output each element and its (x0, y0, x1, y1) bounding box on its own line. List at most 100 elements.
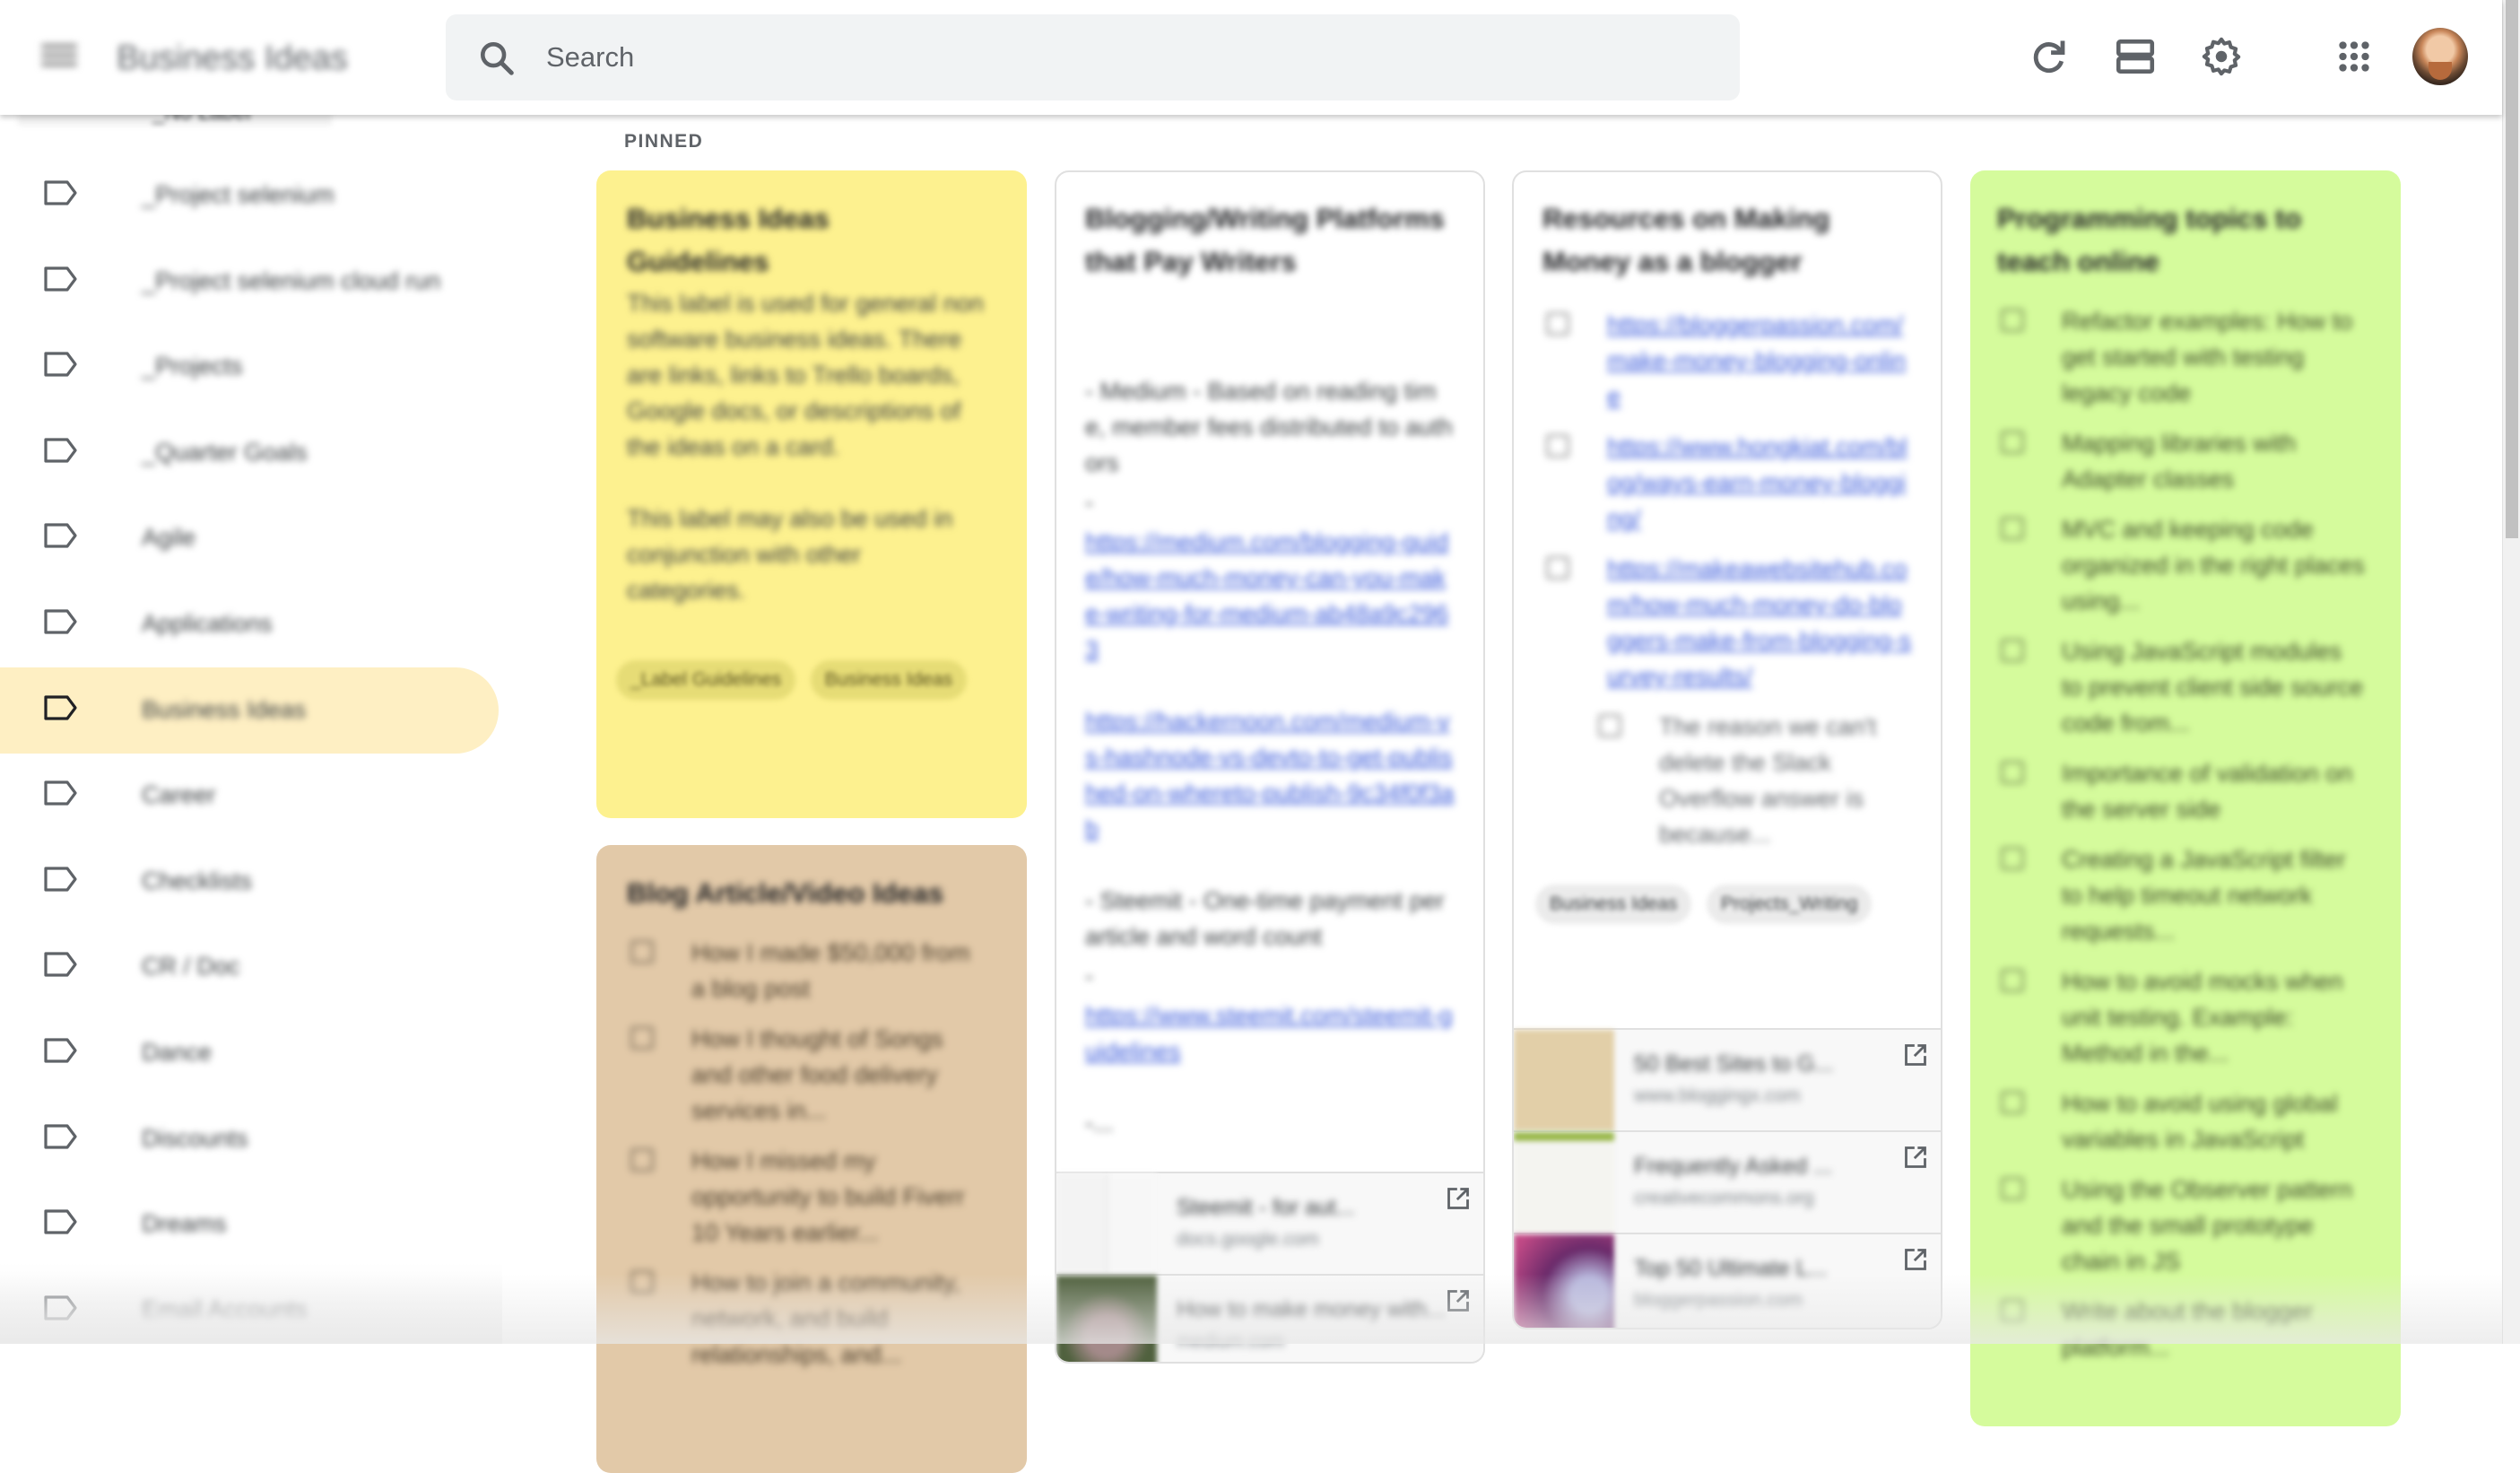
link-preview-thumbnail (1514, 1132, 1614, 1233)
link-preview[interactable]: Top 50 Ultimate L... bloggerpassion.com (1514, 1233, 1941, 1328)
label-icon (44, 1038, 77, 1063)
checklist-item[interactable]: How I made $50,000 from a blog post (627, 935, 986, 1007)
note-link[interactable]: https://hackernoon.com/medium-vs-hashnod… (1085, 703, 1455, 847)
sidebar-item-label-10[interactable]: Dance (0, 1010, 499, 1096)
settings-icon[interactable] (2199, 34, 2244, 79)
sidebar-item-label-6[interactable]: Business Ideas (0, 667, 499, 754)
link-preview-thumbnail (1514, 1030, 1614, 1130)
vertical-scrollbar[interactable] (2502, 0, 2520, 1344)
checklist-item-text: How to avoid mocks when unit testing. Ex… (2062, 968, 2343, 1067)
checklist-item-text: How I missed my opportunity to build Fiv… (691, 1147, 965, 1246)
checkbox[interactable] (2001, 1091, 2024, 1114)
note-link[interactable]: https://makeawebsitehub.com/how-much-mon… (1607, 555, 1911, 690)
note-card[interactable]: Blogging/Writing Platforms that Pay Writ… (1055, 170, 1485, 1364)
open-in-new-icon[interactable] (1903, 1145, 1928, 1170)
search-bar[interactable] (446, 14, 1740, 100)
label-chip[interactable]: Projects_Writing (1706, 885, 1873, 924)
note-link[interactable]: https://medium.com/blogging-guide/how-mu… (1085, 524, 1455, 667)
open-in-new-icon[interactable] (1903, 1042, 1928, 1068)
refresh-icon[interactable] (2027, 34, 2072, 79)
checklist-item[interactable]: https://bloggerpassion.com/make-money-bl… (1542, 307, 1912, 414)
search-input[interactable] (546, 14, 1694, 100)
search-icon[interactable] (476, 38, 517, 79)
label-chip[interactable]: Business Ideas (1535, 885, 1692, 924)
open-in-new-icon[interactable] (1446, 1186, 1471, 1211)
checkbox[interactable] (2001, 517, 2024, 540)
checkbox[interactable] (630, 940, 654, 963)
note-link[interactable]: https://bloggerpassion.com/make-money-bl… (1607, 311, 1906, 410)
checkbox[interactable] (2001, 969, 2024, 992)
checklist-item[interactable]: Mapping libraries with Adapter classes (1997, 425, 2365, 497)
note-link[interactable]: https://www.steemit.com/steemit-guidelin… (1085, 998, 1455, 1069)
link-preview[interactable]: 50 Best Sites to G... www.bloggingx.com (1514, 1028, 1941, 1130)
checklist-item-text: MVC and keeping code organized in the ri… (2062, 516, 2365, 614)
checklist-item[interactable]: Write about the blogger platform... (1997, 1294, 2365, 1365)
checklist-item[interactable]: Refactor examples: How to get started wi… (1997, 303, 2365, 411)
sidebar-item-label-9[interactable]: CR / Doc (0, 924, 499, 1010)
checkbox[interactable] (2001, 639, 2024, 662)
checkbox[interactable] (2001, 1299, 2024, 1322)
checklist-item[interactable]: https://makeawebsitehub.com/how-much-mon… (1542, 551, 1912, 694)
open-in-new-icon[interactable] (1446, 1288, 1471, 1313)
checkbox[interactable] (2001, 761, 2024, 784)
checkbox[interactable] (1546, 556, 1569, 580)
checkbox[interactable] (2001, 431, 2024, 454)
label-icon (44, 523, 77, 548)
list-view-icon[interactable] (2113, 34, 2158, 79)
checklist-item[interactable]: How I missed my opportunity to build Fiv… (627, 1143, 986, 1251)
link-preview[interactable]: Steemit - for aut... docs.google.com (1056, 1172, 1483, 1274)
checkbox[interactable] (1546, 312, 1569, 336)
checklist-item[interactable]: How to avoid using global variables in J… (1997, 1085, 2365, 1157)
checklist-item-text: The reason we can't delete the Slack Ove… (1659, 713, 1877, 848)
checklist-item[interactable]: MVC and keeping code organized in the ri… (1997, 511, 2365, 619)
checklist-item[interactable]: How I thought of Songs and other food de… (627, 1021, 986, 1129)
menu-icon-bar (41, 62, 77, 66)
checkbox[interactable] (1598, 714, 1621, 737)
checkbox[interactable] (2001, 309, 2024, 332)
checklist-item-text: Write about the blogger platform... (2062, 1298, 2314, 1361)
checklist-item[interactable]: Creating a JavaScript filter to help tim… (1997, 841, 2365, 949)
checkbox[interactable] (1546, 434, 1569, 458)
note-body: This label may also be used in conjuncti… (627, 505, 953, 604)
checklist-item[interactable]: The reason we can't delete the Slack Ove… (1595, 709, 1881, 852)
checklist-item[interactable]: https://www.hongkiat.com/blog/ways-earn-… (1542, 429, 1912, 536)
note-card[interactable]: Business Ideas Guidelines This label is … (596, 170, 1027, 818)
sidebar-item-label-11[interactable]: Discounts (0, 1096, 499, 1182)
note-card[interactable]: Blog Article/Video Ideas How I made $50,… (596, 845, 1027, 1473)
account-avatar[interactable] (2412, 28, 2468, 85)
checklist-item[interactable]: How to join a community, network, and bu… (627, 1265, 986, 1373)
label-chip[interactable]: _Label Guidelines (616, 660, 796, 700)
sidebar-item-label-3[interactable]: _Quarter Goals (0, 410, 499, 496)
checkbox[interactable] (2001, 847, 2024, 870)
checklist-item-text: How to avoid using global variables in J… (2062, 1090, 2338, 1153)
checklist-item[interactable]: How to avoid mocks when unit testing. Ex… (1997, 963, 2365, 1071)
sidebar-item-label-8[interactable]: Checklists (0, 839, 499, 925)
sidebar-item-label-5[interactable]: Applications (0, 581, 499, 667)
sidebar-item-label-0[interactable]: _Project selenium (0, 153, 499, 239)
sidebar-item-label-12[interactable]: Dreams (0, 1181, 499, 1268)
open-in-new-icon[interactable] (1903, 1247, 1928, 1272)
checkbox[interactable] (630, 1270, 654, 1294)
note-card[interactable]: Resources on Making Money as a blogger h… (1512, 170, 1942, 1329)
label-chip[interactable]: Business Ideas (810, 660, 967, 700)
sidebar-item-label-7[interactable]: Career (0, 753, 499, 839)
link-preview[interactable]: How to make money with... medium.com (1056, 1274, 1483, 1362)
sidebar-item-label-2[interactable]: _Projects (0, 324, 499, 410)
note-card[interactable]: Programming topics to teach online Refac… (1970, 170, 2401, 1426)
checkbox[interactable] (630, 1026, 654, 1050)
sidebar-item-label-4[interactable]: Agile (0, 495, 499, 581)
apps-grid-icon[interactable] (2332, 34, 2377, 79)
checkbox[interactable] (630, 1148, 654, 1172)
sidebar-item-label: _Project selenium cloud run (142, 266, 441, 294)
checklist-item[interactable]: Using JavaScript modules to prevent clie… (1997, 633, 2365, 741)
link-preview[interactable]: Frequently Asked ... creativecommons.org (1514, 1130, 1941, 1233)
main-menu-button[interactable] (41, 39, 77, 72)
note-link[interactable]: https://www.hongkiat.com/blog/ways-earn-… (1607, 433, 1907, 532)
sidebar-item-label: Dreams (142, 1210, 227, 1238)
checklist-item[interactable]: Importance of validation on the server s… (1997, 755, 2365, 827)
checkbox[interactable] (2001, 1177, 2024, 1200)
scrollbar-thumb[interactable] (2506, 0, 2518, 538)
menu-icon-bar (41, 53, 77, 57)
sidebar-item-label-1[interactable]: _Project selenium cloud run (0, 239, 499, 325)
checklist-item[interactable]: Using the Observer pattern and the small… (1997, 1172, 2365, 1279)
